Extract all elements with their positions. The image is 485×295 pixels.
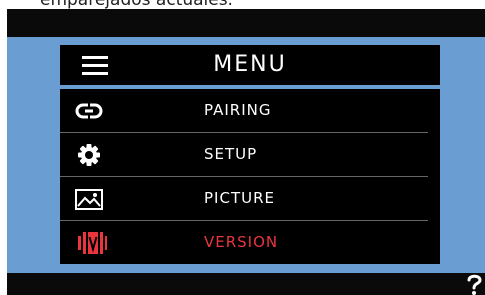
menu-item-pairing[interactable]: PAIRING: [60, 89, 440, 132]
page: emparejados actuales. MENU PAIRING SETUP…: [0, 0, 485, 295]
gear-icon: [78, 144, 100, 166]
hamburger-icon[interactable]: [82, 55, 108, 75]
tv-top-bezel: [7, 9, 485, 37]
menu-item-label: PICTURE: [204, 189, 275, 207]
menu-header: MENU: [60, 45, 440, 85]
menu-item-setup[interactable]: SETUP: [60, 133, 440, 176]
menu-list: PAIRING SETUP PICTURE VERSION: [60, 89, 440, 264]
menu-title: MENU: [213, 52, 287, 77]
tv-bottom-bezel: [7, 273, 485, 295]
menu-item-label: PAIRING: [204, 101, 272, 119]
version-icon: [78, 232, 107, 254]
menu-item-version[interactable]: VERSION: [60, 221, 440, 264]
link-icon: [75, 103, 103, 119]
picture-icon: [75, 189, 103, 210]
menu-item-label: SETUP: [204, 145, 258, 163]
help-icon[interactable]: [463, 272, 485, 295]
menu-item-label: VERSION: [204, 233, 279, 251]
menu-item-picture[interactable]: PICTURE: [60, 177, 440, 220]
